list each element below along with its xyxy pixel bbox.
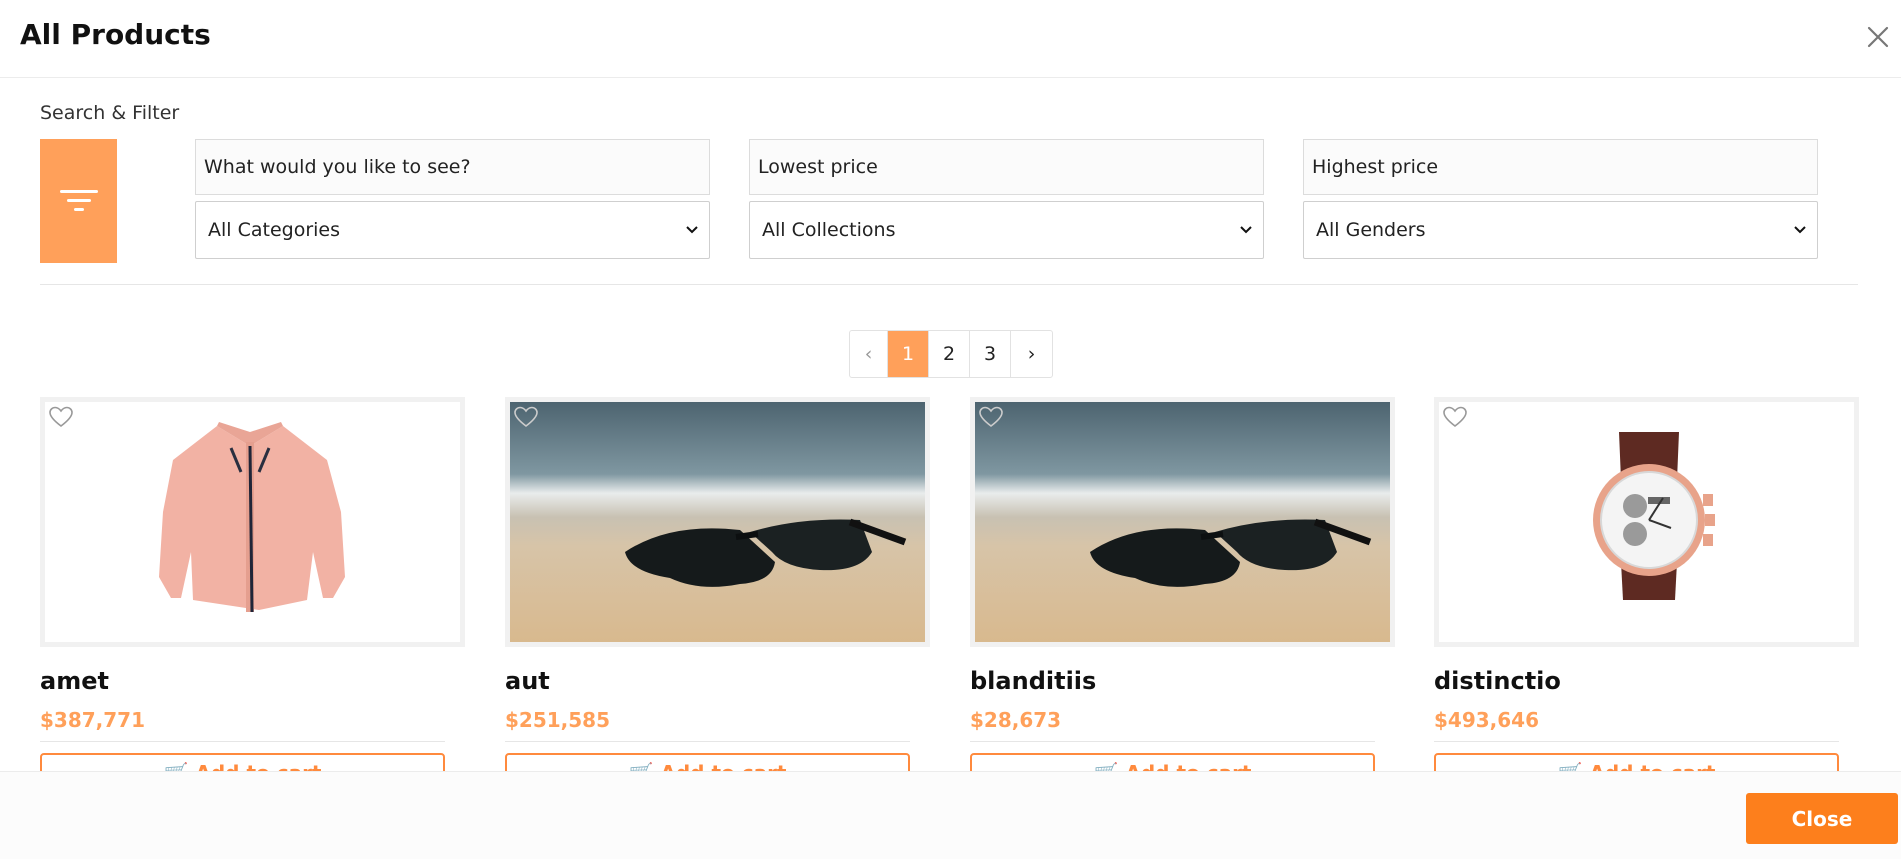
max-price-input[interactable]: Highest price [1303,139,1818,195]
product-price: $28,673 [970,708,1062,732]
products-modal: All Products Search & Filter What would … [0,0,1901,859]
modal-title: All Products [20,18,211,51]
product-price: $251,585 [505,708,611,732]
close-icon[interactable] [1863,22,1893,52]
filter-icon [59,190,98,211]
pagination-next[interactable]: › [1011,331,1052,377]
pagination-page-3[interactable]: 3 [970,331,1011,377]
search-input[interactable]: What would you like to see? [195,139,710,195]
collection-select[interactable]: All Collections [749,201,1264,259]
card-divider [970,741,1375,742]
chevron-down-icon [686,226,698,234]
product-card: distinctio $493,646 🛒 Add to cart [1434,397,1859,793]
chevron-down-icon [1794,226,1806,234]
pagination: ‹ 1 2 3 › [849,330,1053,378]
wristwatch-image [1439,402,1854,642]
product-card: blanditiis $28,673 🛒 Add to cart [970,397,1395,793]
min-price-input[interactable]: Lowest price [749,139,1264,195]
product-name[interactable]: distinctio [1434,667,1561,695]
sunglasses-image [975,402,1390,642]
product-name[interactable]: amet [40,667,109,695]
gender-select-value: All Genders [1316,219,1426,241]
pagination-page-2[interactable]: 2 [929,331,970,377]
product-image[interactable] [970,397,1395,647]
product-image[interactable] [1434,397,1859,647]
gender-select[interactable]: All Genders [1303,201,1818,259]
filter-divider [40,284,1858,285]
category-select-value: All Categories [208,219,341,241]
close-button[interactable]: Close [1746,793,1898,844]
modal-header: All Products [0,0,1901,78]
shirt-image [45,402,460,642]
heart-icon[interactable] [513,405,539,429]
collection-select-value: All Collections [762,219,896,241]
product-name[interactable]: aut [505,667,550,695]
product-image[interactable] [505,397,930,647]
category-select[interactable]: All Categories [195,201,710,259]
filter-button[interactable] [40,139,117,263]
modal-footer [0,771,1901,859]
card-divider [40,741,445,742]
product-price: $493,646 [1434,708,1540,732]
card-divider [505,741,910,742]
product-card: aut $251,585 🛒 Add to cart [505,397,930,793]
heart-icon[interactable] [1442,405,1468,429]
product-price: $387,771 [40,708,146,732]
sunglasses-image [510,402,925,642]
card-divider [1434,741,1839,742]
heart-icon[interactable] [978,405,1004,429]
pagination-page-1[interactable]: 1 [888,331,929,377]
pagination-prev[interactable]: ‹ [850,331,888,377]
product-image[interactable] [40,397,465,647]
search-filter-label: Search & Filter [40,102,180,124]
chevron-down-icon [1240,226,1252,234]
product-card: amet $387,771 🛒 Add to cart [40,397,465,793]
product-name[interactable]: blanditiis [970,667,1096,695]
heart-icon[interactable] [48,405,74,429]
